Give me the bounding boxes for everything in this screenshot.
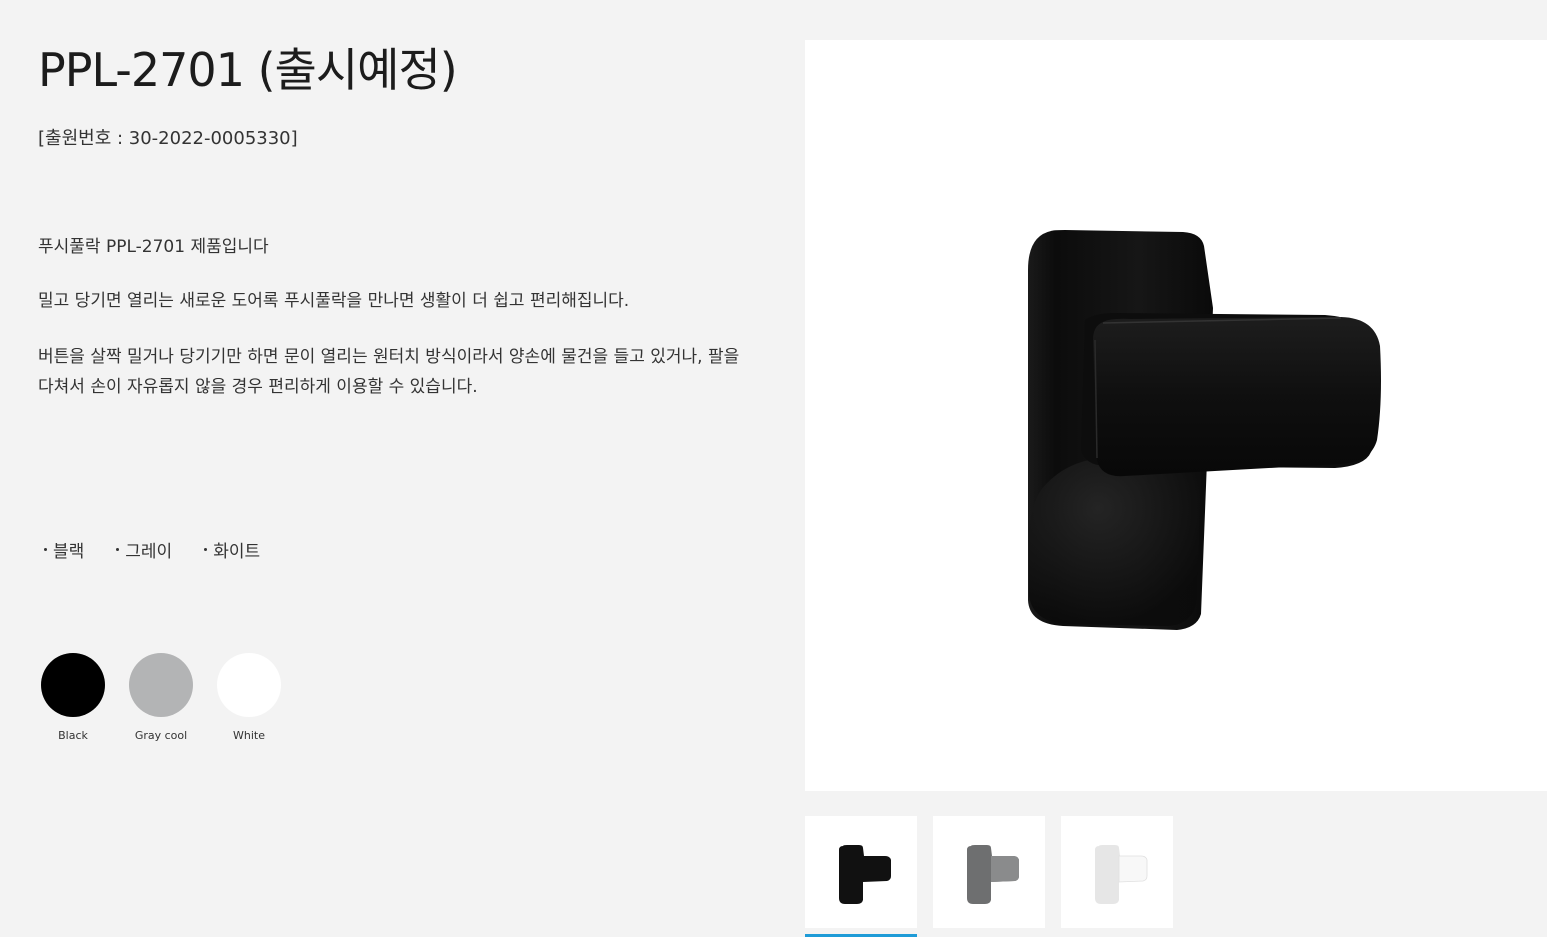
thumbnail-list	[805, 816, 1189, 937]
application-number: [출원번호 : 30-2022-0005330]	[38, 128, 298, 149]
swatch-gray[interactable]	[129, 653, 193, 717]
thumbnail-black-image	[839, 845, 891, 904]
product-title: PPL-2701 (출시예정)	[38, 43, 458, 97]
main-product-image	[805, 40, 1547, 791]
swatch-label: White	[233, 729, 265, 742]
bullet-icon	[116, 548, 120, 551]
color-swatches: Black Gray cool White	[41, 653, 305, 742]
swatch-white[interactable]	[217, 653, 281, 717]
swatch-label: Black	[58, 729, 88, 742]
color-name-item: 블랙	[38, 537, 84, 562]
description-title: 푸시풀락 PPL-2701 제품입니다	[38, 237, 269, 257]
color-name-label: 화이트	[213, 542, 261, 562]
thumbnail-white[interactable]	[1061, 816, 1173, 928]
door-lock-image	[1028, 230, 1381, 630]
swatch-item-black: Black	[41, 653, 105, 742]
thumbnail-gray[interactable]	[933, 816, 1045, 928]
bullet-icon	[204, 548, 208, 551]
swatch-label: Gray cool	[134, 729, 188, 742]
color-name-item: 화이트	[198, 537, 260, 562]
color-name-label: 그레이	[125, 542, 173, 562]
swatch-item-gray: Gray cool	[129, 653, 193, 742]
bullet-icon	[44, 548, 47, 551]
description-paragraph-2: 버튼을 살짝 밀거나 당기기만 하면 문이 열리는 원터치 방식이라서 양손에 …	[38, 347, 740, 397]
thumbnail-white-image	[1095, 845, 1148, 904]
color-name-item: 그레이	[110, 537, 172, 562]
thumbnail-gray-image	[967, 845, 1019, 904]
description-paragraph-1: 밀고 당기면 열리는 새로운 도어록 푸시풀락을 만나면 생활이 더 쉽고 편리…	[38, 291, 630, 311]
thumbnail-black[interactable]	[805, 816, 917, 937]
color-name-label: 블랙	[53, 542, 85, 562]
swatch-item-white: White	[217, 653, 281, 742]
color-name-list: 블랙 그레이 화이트	[38, 537, 286, 562]
swatch-black[interactable]	[41, 653, 105, 717]
